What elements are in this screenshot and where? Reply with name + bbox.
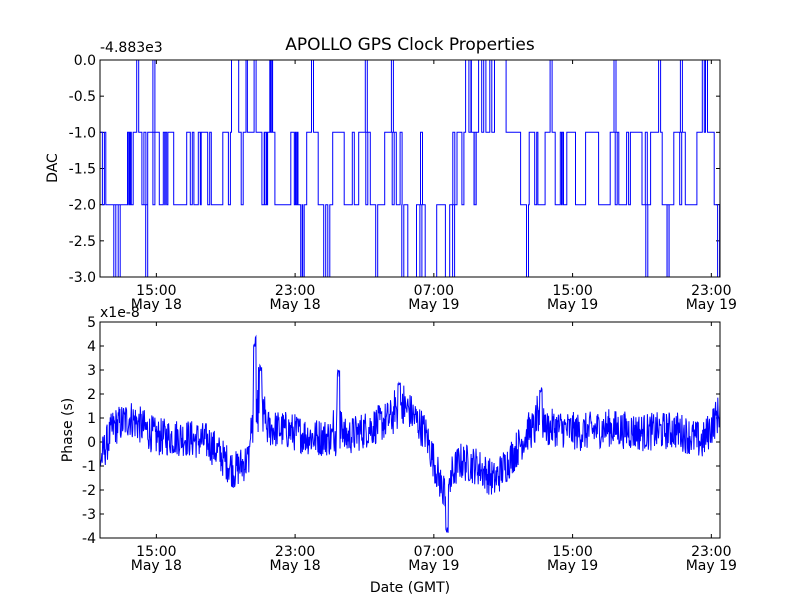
- y-tick-label: 0.0: [74, 53, 96, 69]
- y-tick-label: 2: [87, 387, 96, 403]
- dac-y-axis-label: DAC: [45, 153, 61, 183]
- y-tick-label: 4: [87, 339, 96, 355]
- x-tick-label-date: May 19: [408, 558, 459, 574]
- chart-title: APOLLO GPS Clock Properties: [285, 35, 535, 55]
- y-tick-label: -2: [82, 483, 96, 499]
- dac-ticks: 0.0-0.5-1.0-1.5-2.0-2.5-3.015:00May 1823…: [69, 53, 737, 313]
- phase-series-line: [99, 334, 721, 533]
- x-tick-label-date: May 18: [131, 558, 182, 574]
- x-tick-label-date: May 18: [269, 558, 320, 574]
- y-tick-label: -1.5: [69, 162, 96, 178]
- chart-figure: APOLLO GPS Clock Properties -4.883e3 DAC…: [45, 35, 737, 596]
- x-tick-label-date: May 19: [408, 297, 459, 313]
- x-axis-label: Date (GMT): [370, 580, 450, 596]
- x-tick-label-date: May 19: [686, 558, 737, 574]
- y-tick-label: -0.5: [69, 89, 96, 105]
- dac-series-line: [100, 59, 721, 278]
- phase-plot: x1e-8 Phase (s) 543210-1-2-3-415:00May 1…: [60, 305, 737, 596]
- y-tick-label: -1.0: [69, 125, 96, 141]
- x-tick-label-date: May 19: [686, 297, 737, 313]
- y-tick-label: 5: [87, 315, 96, 331]
- x-tick-label-date: May 18: [269, 297, 320, 313]
- phase-y-axis-label: Phase (s): [60, 398, 76, 462]
- dac-plot: -4.883e3 DAC 0.0 -0.5 -1.0 -1.5 -2.0 -2.5 -3.0…: [45, 40, 737, 313]
- y-tick-label: -3.0: [69, 270, 96, 286]
- y-tick-label: 0: [87, 435, 96, 451]
- dac-offset-label: -4.883e3: [100, 40, 163, 56]
- y-tick-label: 1: [87, 411, 96, 427]
- y-tick-label: -1: [82, 459, 96, 475]
- x-tick-label-date: May 19: [547, 297, 598, 313]
- phase-offset-label: x1e-8: [100, 305, 140, 321]
- x-tick-label-date: May 19: [547, 558, 598, 574]
- y-tick-label: -3: [82, 507, 96, 523]
- y-tick-label: -2.0: [69, 198, 96, 214]
- y-tick-label: 3: [87, 363, 96, 379]
- y-tick-label: -4: [82, 531, 96, 547]
- y-tick-label: -2.5: [69, 234, 96, 250]
